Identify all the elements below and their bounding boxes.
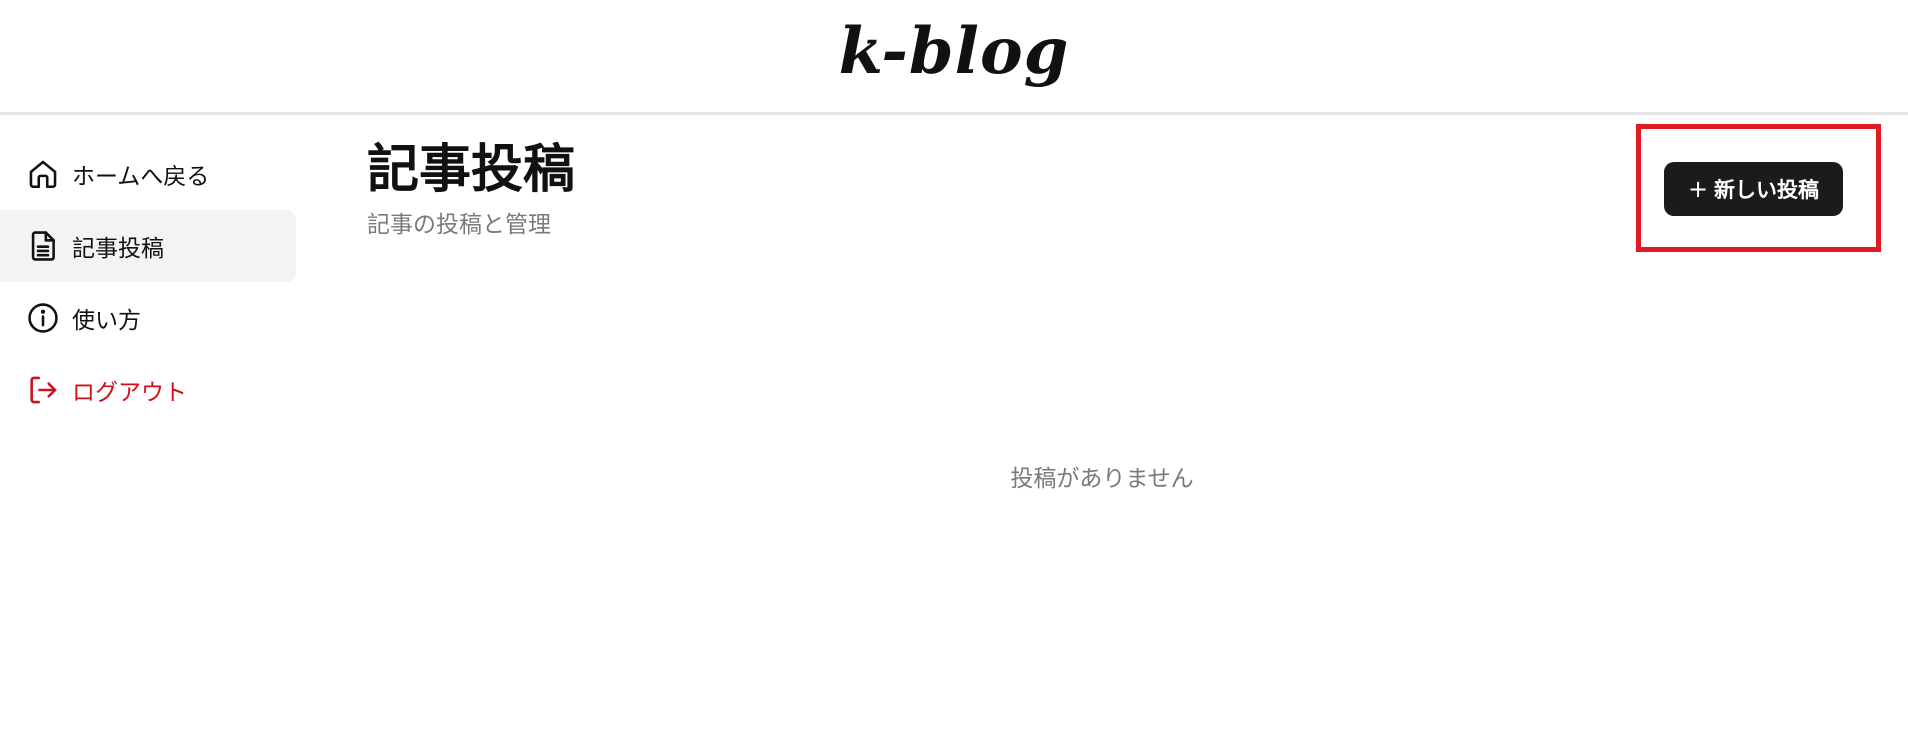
home-icon: [26, 157, 60, 191]
info-icon: [26, 301, 60, 335]
new-post-label: 新しい投稿: [1714, 178, 1820, 202]
sidebar-item-label: ログアウト: [72, 380, 187, 406]
plus-icon: +: [1687, 175, 1709, 203]
sidebar-item-label: 使い方: [72, 308, 141, 334]
app-header: k-blog: [0, 0, 1908, 115]
sidebar-item-logout[interactable]: ログアウト: [0, 354, 296, 426]
new-post-button[interactable]: + 新しい投稿: [1664, 162, 1843, 216]
sidebar-item-usage[interactable]: 使い方: [0, 282, 296, 354]
sidebar-item-label: ホームへ戻る: [72, 164, 210, 190]
document-icon: [26, 229, 60, 263]
page-title: 記事投稿: [367, 140, 576, 200]
sidebar-item-home[interactable]: ホームへ戻る: [0, 138, 296, 210]
logout-icon: [26, 373, 60, 407]
sidebar: ホームへ戻る 記事投稿 使い方 ログアウト: [0, 138, 296, 426]
sidebar-item-posts[interactable]: 記事投稿: [0, 210, 296, 282]
sidebar-item-label: 記事投稿: [72, 236, 164, 262]
site-logo[interactable]: k-blog: [0, 14, 1908, 89]
page-subtitle: 記事の投稿と管理: [367, 212, 551, 238]
empty-state-message: 投稿がありません: [1010, 466, 1194, 492]
